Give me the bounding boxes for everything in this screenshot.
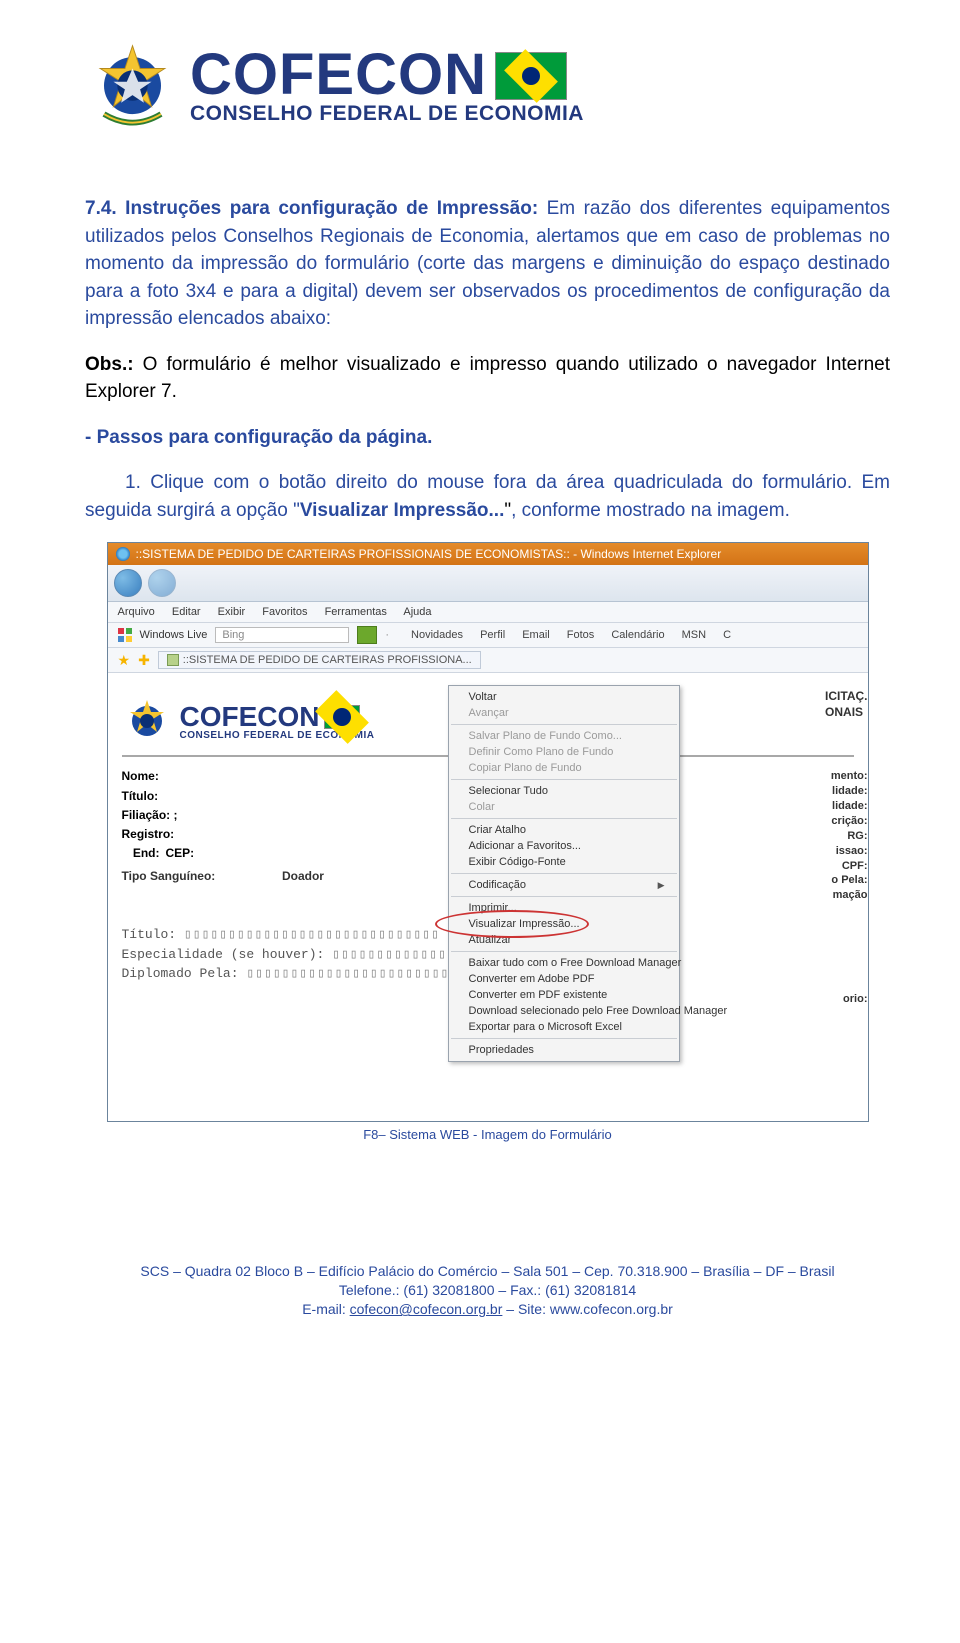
menu-visualizar-impressao[interactable]: Visualizar Impressão... — [449, 916, 679, 932]
menu-selecionar-tudo[interactable]: Selecionar Tudo — [449, 783, 679, 799]
menu-conv-exist[interactable]: Converter em PDF existente — [449, 987, 679, 1003]
menu-exp-excel[interactable]: Exportar para o Microsoft Excel — [449, 1019, 679, 1035]
coat-of-arms-icon — [85, 40, 180, 135]
ie-nav-row — [108, 565, 868, 602]
bing-search-input[interactable]: Bing — [215, 627, 349, 643]
menu-codificacao[interactable]: Codificação▶ — [449, 877, 679, 893]
section-7-4-paragraph: 7.4. Instruções para configuração de Imp… — [85, 195, 890, 333]
menu-ferramentas[interactable]: Ferramentas — [325, 606, 387, 618]
footer-line-2: Telefone.: (61) 32081800 – Fax.: (61) 32… — [85, 1281, 890, 1300]
search-go-button[interactable] — [357, 626, 377, 644]
cofecon-text: COFECON CONSELHO FEDERAL DE ECONOMIA — [190, 49, 584, 125]
footer-line-3: E-mail: cofecon@cofecon.org.br – Site: w… — [85, 1300, 890, 1319]
step-1-number: 1. — [125, 472, 141, 493]
forward-button-icon[interactable] — [148, 569, 176, 597]
link-msn[interactable]: MSN — [682, 629, 706, 641]
menu-arquivo[interactable]: Arquivo — [118, 606, 155, 618]
link-fotos[interactable]: Fotos — [567, 629, 595, 641]
menu-avancar: Avançar — [449, 705, 679, 721]
page-footer: SCS – Quadra 02 Bloco B – Edifício Palác… — [85, 1262, 890, 1319]
step-1: 1. Clique com o botão direito do mouse f… — [85, 469, 890, 524]
inner-brand: COFECON — [180, 704, 320, 729]
menu-voltar[interactable]: Voltar — [449, 689, 679, 705]
menu-imprimir[interactable]: Imprimir... — [449, 900, 679, 916]
menu-conv-adobe[interactable]: Converter em Adobe PDF — [449, 971, 679, 987]
passos-heading: - Passos para configuração da página. — [85, 424, 890, 452]
add-favorite-icon[interactable]: ✚ — [138, 652, 150, 669]
brand-name: COFECON — [190, 49, 487, 101]
menu-ajuda[interactable]: Ajuda — [403, 606, 431, 618]
mini-flag-icon — [324, 705, 360, 729]
submenu-arrow-icon: ▶ — [658, 880, 665, 891]
menu-colar: Colar — [449, 799, 679, 815]
field-tipo: Tipo Sanguíneo: — [122, 869, 216, 883]
link-perfil[interactable]: Perfil — [480, 629, 505, 641]
link-c[interactable]: C — [723, 629, 731, 641]
link-novidades[interactable]: Novidades — [411, 629, 463, 641]
mono-espec: Especialidade (se houver): — [122, 947, 325, 962]
brazil-flag-icon — [495, 52, 567, 100]
menu-atualizar[interactable]: Atualizar — [449, 932, 679, 948]
menu-favoritos[interactable]: Favoritos — [262, 606, 307, 618]
ie-tab-row: ★ ✚ ::SISTEMA DE PEDIDO DE CARTEIRAS PRO… — [108, 648, 868, 673]
menu-editar[interactable]: Editar — [172, 606, 201, 618]
browser-tab[interactable]: ::SISTEMA DE PEDIDO DE CARTEIRAS PROFISS… — [158, 651, 481, 669]
menu-baixar-fdm[interactable]: Baixar tudo com o Free Download Manager — [449, 955, 679, 971]
field-cep: CEP: — [166, 844, 195, 863]
section-heading: 7.4. Instruções para configuração de Imp… — [85, 198, 538, 219]
menu-exibir[interactable]: Exibir — [218, 606, 246, 618]
link-calendario[interactable]: Calendário — [611, 629, 664, 641]
right-cut-bottom: orio: — [843, 993, 867, 1005]
menu-copiar-fundo: Copiar Plano de Fundo — [449, 760, 679, 776]
obs-paragraph: Obs.: O formulário é melhor visualizado … — [85, 351, 890, 406]
ie-toolbar-row: Windows Live Bing · Novidades Perfil Ema… — [108, 623, 868, 648]
back-button-icon[interactable] — [114, 569, 142, 597]
footer-email-link[interactable]: cofecon@cofecon.org.br — [350, 1301, 503, 1317]
step-1-bold: Visualizar Impressão... — [300, 500, 505, 521]
windows-live-label: Windows Live — [140, 629, 208, 641]
tab-favicon-icon — [167, 654, 179, 666]
menu-dl-sel-fdm[interactable]: Download selecionado pelo Free Download … — [449, 1003, 679, 1019]
menu-propriedades[interactable]: Propriedades — [449, 1042, 679, 1058]
field-doador: Doador — [282, 869, 324, 883]
cofecon-header: COFECON CONSELHO FEDERAL DE ECONOMIA — [85, 40, 890, 135]
context-menu: Voltar Avançar Salvar Plano de Fundo Com… — [448, 685, 680, 1062]
menu-definir-fundo: Definir Como Plano de Fundo — [449, 744, 679, 760]
favorites-star-icon[interactable]: ★ — [118, 652, 131, 669]
obs-text: O formulário é melhor visualizado e impr… — [85, 354, 890, 403]
toolbar-links: Novidades Perfil Email Fotos Calendário … — [397, 629, 731, 641]
menu-criar-atalho[interactable]: Criar Atalho — [449, 822, 679, 838]
step-1-text-b: , conforme mostrado na imagem. — [511, 500, 790, 521]
right-cut-fields: mento: lidade: lidade: crição: RG: issao… — [831, 769, 868, 903]
obs-label: Obs.: — [85, 354, 134, 375]
brand-subtitle: CONSELHO FEDERAL DE ECONOMIA — [190, 102, 584, 126]
ie-window-screenshot: ::SISTEMA DE PEDIDO DE CARTEIRAS PROFISS… — [107, 542, 869, 1122]
ie-window-title: ::SISTEMA DE PEDIDO DE CARTEIRAS PROFISS… — [136, 547, 722, 561]
mono-titulo: Título: — [122, 927, 177, 942]
footer-line-1: SCS – Quadra 02 Bloco B – Edifício Palác… — [85, 1262, 890, 1281]
right-cut-top: ICITAÇ. ONAIS — [825, 689, 867, 720]
menu-add-favoritos[interactable]: Adicionar a Favoritos... — [449, 838, 679, 854]
ie-titlebar: ::SISTEMA DE PEDIDO DE CARTEIRAS PROFISS… — [108, 543, 868, 565]
menu-exibir-fonte[interactable]: Exibir Código-Fonte — [449, 854, 679, 870]
windows-live-icon — [118, 628, 132, 642]
mono-diplomado: Diplomado Pela: — [122, 966, 239, 981]
link-email[interactable]: Email — [522, 629, 550, 641]
figure-caption: F8– Sistema WEB - Imagem do Formulário — [85, 1127, 890, 1142]
ie-menu-bar: Arquivo Editar Exibir Favoritos Ferramen… — [108, 602, 868, 623]
ie-icon — [116, 547, 130, 561]
menu-salvar-fundo: Salvar Plano de Fundo Como... — [449, 728, 679, 744]
field-end: End: — [122, 844, 160, 863]
mini-coat-of-arms-icon — [122, 697, 172, 747]
tab-title: ::SISTEMA DE PEDIDO DE CARTEIRAS PROFISS… — [183, 654, 472, 666]
ie-page-content: ICITAÇ. ONAIS COFECON CONSELHO FEDERAL D… — [108, 673, 868, 1121]
